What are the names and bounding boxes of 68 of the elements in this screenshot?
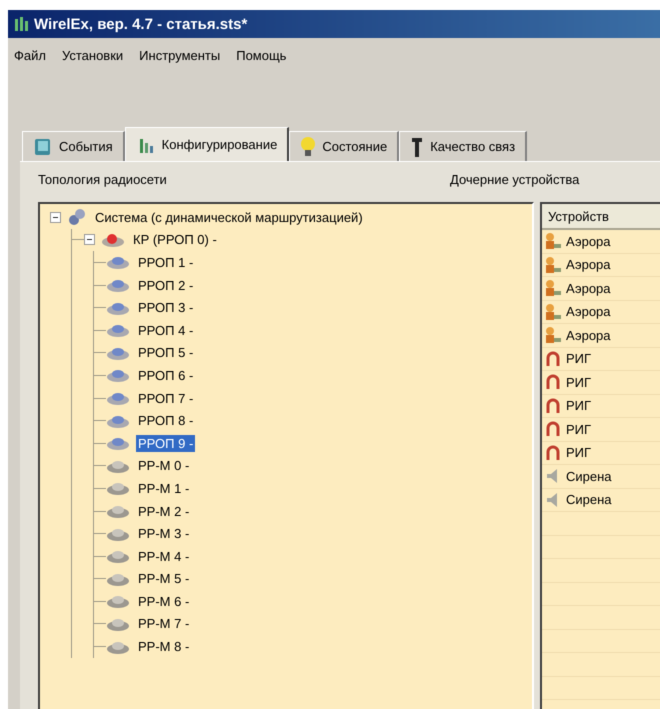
tree-item[interactable]: РРОП 6 -: [136, 366, 196, 384]
app-icon: [12, 15, 30, 33]
section-label: Топология радиосети: [38, 172, 168, 189]
list-item[interactable]: Сирена: [566, 468, 612, 484]
tab[interactable]: Конфигурирование: [124, 127, 290, 161]
tree-item[interactable]: РР-М 0 -: [136, 457, 192, 474]
person-icon: [544, 302, 562, 321]
menu-item[interactable]: Установки: [62, 48, 124, 78]
network-icon: [67, 208, 87, 226]
person-icon: [544, 232, 562, 250]
tree-item[interactable]: РРОП 2 -: [136, 276, 196, 294]
tree-item[interactable]: РР-М 3 -: [136, 525, 192, 542]
collapse-toggle[interactable]: [50, 212, 61, 223]
tower-icon: [410, 136, 424, 158]
tree-item[interactable]: КР (РРОП 0) -: [131, 231, 219, 248]
list-item[interactable]: Аэрора: [566, 328, 611, 343]
tree-item[interactable]: РР-М 5 -: [136, 570, 192, 588]
menu-item[interactable]: Файл: [14, 48, 46, 78]
horseshoe-icon: [544, 373, 562, 392]
list-item[interactable]: РИГ: [566, 374, 592, 390]
menu-item[interactable]: Инструменты: [139, 48, 220, 78]
tree-item[interactable]: РРОП 3 -: [136, 299, 196, 316]
device-icon: [106, 254, 130, 270]
list-item[interactable]: Сирена: [566, 492, 612, 508]
window-title: WirelEx, вер. 4.7 - статья.sts*: [34, 16, 248, 32]
collapse-toggle[interactable]: [84, 234, 95, 246]
tree-item[interactable]: РР-М 8 -: [136, 638, 192, 656]
tree-item[interactable]: РР-М 2 -: [136, 502, 192, 520]
section-label: Дочерние устройства: [450, 172, 580, 189]
tree-item[interactable]: РРОП 1 -: [136, 254, 196, 271]
list-item[interactable]: Аэрора: [566, 234, 611, 249]
person-icon: [544, 326, 562, 344]
device-icon: [106, 322, 130, 338]
person-icon: [544, 256, 562, 274]
list-item[interactable]: Аэрора: [566, 257, 611, 272]
tree-item[interactable]: РР-М 1 -: [136, 480, 192, 497]
menu-item[interactable]: Помощь: [236, 48, 286, 78]
list-item[interactable]: РИГ: [566, 398, 592, 414]
list-item[interactable]: Аэрора: [566, 280, 611, 296]
tree-item[interactable]: РР-М 4 -: [136, 548, 192, 565]
list-item[interactable]: РИГ: [566, 351, 592, 366]
column-header[interactable]: Устройств: [542, 204, 660, 230]
tree-item[interactable]: РРОП 5 -: [136, 344, 196, 362]
list-item[interactable]: РИГ: [566, 445, 592, 460]
tree-item[interactable]: РР-М 6 -: [136, 592, 192, 610]
device-icon: [106, 367, 130, 384]
device-icon: [106, 277, 130, 294]
horseshoe-icon: [544, 396, 562, 415]
person-icon: [544, 279, 562, 298]
tree-item[interactable]: РРОП 4 -: [136, 322, 196, 339]
list-item[interactable]: РИГ: [566, 422, 592, 437]
device-icon: [101, 232, 125, 248]
tree-item[interactable]: РРОП 8 -: [136, 412, 196, 430]
tree-item[interactable]: Система (с динамической маршрутизацией): [93, 208, 365, 226]
lightbulb-icon: [300, 136, 316, 158]
tree-item[interactable]: РРОП 9 -: [136, 434, 196, 452]
horseshoe-icon: [544, 444, 562, 462]
tab[interactable]: События: [22, 131, 125, 161]
horseshoe-icon: [544, 350, 562, 368]
horseshoe-icon: [544, 420, 562, 438]
tree-item[interactable]: РР-М 7 -: [136, 615, 192, 632]
device-icon: [106, 435, 130, 452]
list-item[interactable]: Аэрора: [566, 304, 611, 320]
tab[interactable]: Состояние: [289, 131, 400, 161]
tree-item[interactable]: РРОП 7 -: [136, 390, 196, 407]
device-icon: [106, 390, 130, 406]
tab[interactable]: Качество связ: [399, 131, 528, 161]
notebook-icon: [33, 136, 53, 156]
